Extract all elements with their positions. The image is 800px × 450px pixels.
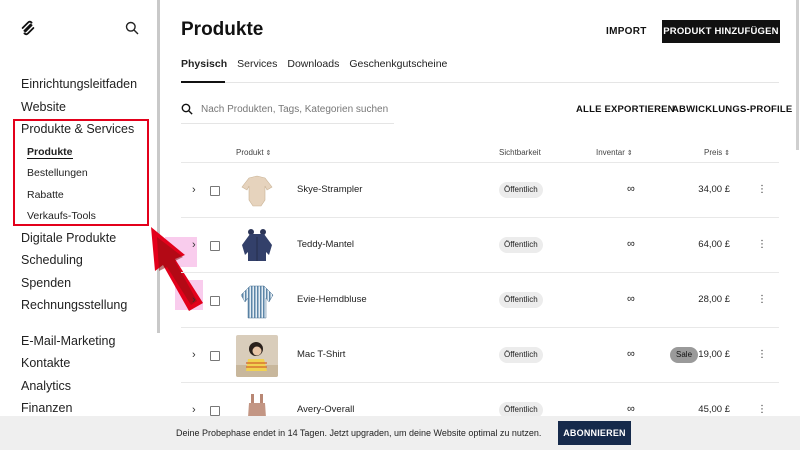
product-name[interactable]: Skye-Strampler [297,184,362,195]
sidebar-item-email-marketing[interactable]: E-Mail-Marketing [21,331,153,354]
table-row[interactable]: › Skye-Strampler Öffentlich ∞ 34,00 £ ⋮ [181,162,779,217]
tabs-divider [181,82,779,83]
column-header-price[interactable]: Preis ⇕ [704,148,730,157]
main-scrollbar[interactable] [796,0,799,150]
row-checkbox[interactable] [210,351,220,361]
chevron-right-icon[interactable]: › [192,350,196,361]
column-header-inventory[interactable]: Inventar ⇕ [596,148,633,157]
row-checkbox[interactable] [210,241,220,251]
sidebar-item-products-services[interactable]: Produkte & Services [21,119,153,142]
inventory-value: ∞ [627,293,635,305]
coat-thumbnail[interactable] [236,225,278,267]
main-content: Produkte IMPORT PRODUKT HINZUFÜGEN Physi… [160,0,800,432]
child-photo-thumbnail[interactable] [236,335,278,377]
sidebar-item-website[interactable]: Website [21,97,153,120]
subscribe-button[interactable]: ABONNIEREN [558,421,631,445]
sidebar-subitem-label: Bestellungen [27,167,88,179]
more-options-icon[interactable]: ⋮ [757,185,767,195]
tab-services[interactable]: Services [237,57,277,77]
inventory-value: ∞ [627,403,635,415]
product-tabs: Physisch Services Downloads Geschenkguts… [181,57,447,77]
product-search-input[interactable] [201,100,395,118]
search-icon [181,103,193,115]
sort-icon: ⇕ [724,150,731,157]
chevron-right-icon[interactable]: › [192,405,196,416]
sidebar-item-analytics[interactable]: Analytics [21,376,153,399]
sidebar-item-scheduling[interactable]: Scheduling [21,250,153,273]
romper-thumbnail[interactable] [236,170,278,212]
table-row[interactable]: › Teddy-Mantel Öffentlich ∞ 64,00 £ ⋮ [181,217,779,272]
sidebar-item-invoicing[interactable]: Rechnungsstellung [21,295,153,318]
column-header-product[interactable]: Produkt ⇕ [236,148,271,157]
inventory-value: ∞ [627,348,635,360]
add-product-button[interactable]: PRODUKT HINZUFÜGEN [662,20,780,43]
sidebar-subitem-sales-tools[interactable]: Verkaufs-Tools [21,206,153,228]
sidebar-subitem-products[interactable]: Produkte [21,142,153,164]
sidebar-item-contacts[interactable]: Kontakte [21,353,153,376]
row-checkbox[interactable] [210,406,220,416]
column-header-visibility: Sichtbarkeit [499,148,541,157]
price-value: 34,00 £ [698,184,730,195]
sort-icon: ⇕ [626,150,633,157]
tab-downloads[interactable]: Downloads [287,57,339,77]
table-row[interactable]: › Mac T-Shirt Öffentlich ∞ Sale 19,00 £ … [181,327,779,382]
export-all-button[interactable]: ALLE EXPORTIEREN [576,104,675,115]
sidebar: Einrichtungsleitfaden Website Produkte &… [0,0,160,416]
product-table: › Skye-Strampler Öffentlich ∞ 34,00 £ ⋮ … [181,162,779,437]
column-header-label: Inventar [596,148,625,157]
sidebar-item-setup-guide[interactable]: Einrichtungsleitfaden [21,74,153,97]
product-name[interactable]: Evie-Hemdbluse [297,294,367,305]
tab-physical[interactable]: Physisch [181,57,227,77]
sort-icon: ⇕ [265,150,272,157]
page-title: Produkte [181,19,264,40]
tab-gift-cards[interactable]: Geschenkgutscheine [349,57,447,77]
sidebar-item-donations[interactable]: Spenden [21,273,153,296]
more-options-icon[interactable]: ⋮ [757,240,767,250]
sidebar-subitem-orders[interactable]: Bestellungen [21,163,153,185]
sale-badge: Sale [670,347,699,363]
row-checkbox[interactable] [210,296,220,306]
product-name[interactable]: Mac T-Shirt [297,349,345,360]
trial-banner-text: Deine Probephase endet in 14 Tagen. Jetz… [176,428,542,438]
app-window: Einrichtungsleitfaden Website Produkte &… [0,0,800,450]
more-options-icon[interactable]: ⋮ [757,405,767,415]
more-options-icon[interactable]: ⋮ [757,295,767,305]
active-tab-indicator [181,81,225,83]
price-value: 64,00 £ [698,239,730,250]
column-header-label: Preis [704,148,723,157]
row-checkbox[interactable] [210,186,220,196]
chevron-right-icon[interactable]: › [192,295,196,306]
product-name[interactable]: Teddy-Mantel [297,239,354,250]
sidebar-subitem-label: Produkte [27,145,73,159]
sidebar-nav: Einrichtungsleitfaden Website Produkte &… [21,74,153,421]
visibility-badge[interactable]: Öffentlich [499,182,543,198]
sidebar-subitem-discounts[interactable]: Rabatte [21,185,153,207]
table-row[interactable]: › Evie-Hemdbluse Öffentlich ∞ 28,00 £ ⋮ [181,272,779,327]
table-header: Produkt ⇕ Sichtbarkeit Inventar ⇕ Preis ⇕ [181,146,779,162]
search-icon[interactable] [125,21,139,35]
sidebar-item-digital-products[interactable]: Digitale Produkte [21,228,153,251]
squarespace-logo-icon[interactable] [19,19,37,37]
shirt-thumbnail[interactable] [236,280,278,322]
visibility-badge[interactable]: Öffentlich [499,237,543,253]
chevron-right-icon[interactable]: › [192,240,196,251]
sidebar-subitem-label: Verkaufs-Tools [27,210,96,222]
import-button[interactable]: IMPORT [606,22,647,42]
more-options-icon[interactable]: ⋮ [757,350,767,360]
product-name[interactable]: Avery-Overall [297,404,354,415]
sidebar-divider-space [21,318,153,331]
chevron-right-icon[interactable]: › [192,185,196,196]
inventory-value: ∞ [627,183,635,195]
price-value: 45,00 £ [698,404,730,415]
visibility-badge[interactable]: Öffentlich [499,347,543,363]
trial-banner: Deine Probephase endet in 14 Tagen. Jetz… [0,416,800,450]
price-value: 19,00 £ [698,349,730,360]
visibility-badge[interactable]: Öffentlich [499,292,543,308]
sidebar-subitem-label: Rabatte [27,188,64,201]
price-value: 28,00 £ [698,294,730,305]
fulfillment-profiles-button[interactable]: ABWICKLUNGS-PROFILE [672,104,792,115]
column-header-label: Produkt [236,148,264,157]
search-underline [181,123,394,124]
inventory-value: ∞ [627,238,635,250]
